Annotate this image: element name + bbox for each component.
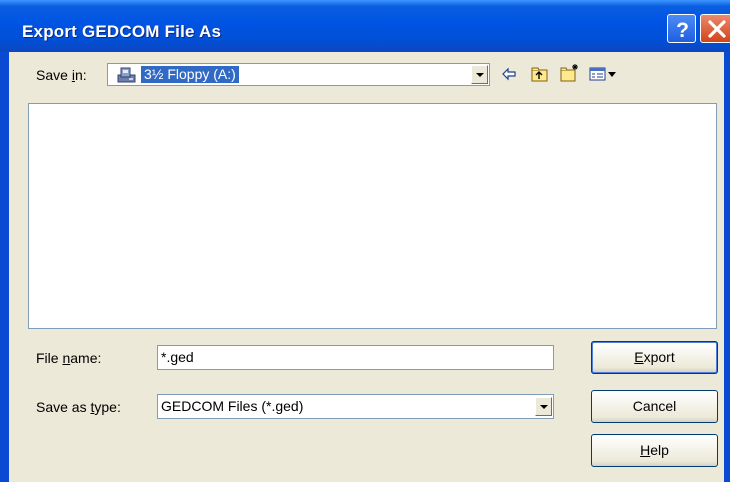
floppy-drive-icon bbox=[117, 67, 136, 83]
help-button[interactable]: Help bbox=[591, 434, 718, 467]
close-button[interactable] bbox=[700, 14, 730, 43]
window-title: Export GEDCOM File As bbox=[22, 22, 222, 41]
svg-text:?: ? bbox=[676, 19, 689, 42]
new-folder-icon[interactable] bbox=[560, 63, 580, 82]
save-as-type-dropdown-button[interactable] bbox=[535, 397, 552, 416]
save-in-dropdown[interactable]: 3½ Floppy (A:) bbox=[107, 63, 490, 86]
view-menu-icon[interactable] bbox=[589, 66, 617, 82]
file-name-label: File name: bbox=[36, 350, 102, 366]
save-as-type-value: GEDCOM Files (*.ged) bbox=[161, 398, 304, 414]
window-border-left bbox=[0, 52, 9, 482]
window-border-right bbox=[724, 52, 730, 482]
back-arrow-icon[interactable] bbox=[501, 66, 517, 82]
save-in-label: Save in: bbox=[36, 67, 87, 83]
cancel-button[interactable]: Cancel bbox=[591, 390, 718, 423]
file-list[interactable] bbox=[28, 103, 717, 329]
close-icon bbox=[708, 20, 726, 38]
save-as-type-label: Save as type: bbox=[36, 399, 121, 415]
export-button[interactable]: Export bbox=[591, 341, 718, 374]
help-title-button[interactable]: ? bbox=[667, 14, 696, 43]
export-gedcom-dialog: Export GEDCOM File As ? Save in: 3½ Flop… bbox=[0, 0, 730, 482]
help-icon: ? bbox=[676, 19, 689, 42]
save-in-dropdown-button[interactable] bbox=[471, 65, 488, 84]
file-name-input[interactable]: *.ged bbox=[157, 345, 554, 370]
save-as-type-dropdown[interactable]: GEDCOM Files (*.ged) bbox=[157, 394, 554, 419]
up-folder-icon[interactable] bbox=[531, 66, 548, 82]
save-in-value: 3½ Floppy (A:) bbox=[141, 66, 239, 83]
title-bar[interactable]: Export GEDCOM File As ? bbox=[0, 0, 730, 52]
